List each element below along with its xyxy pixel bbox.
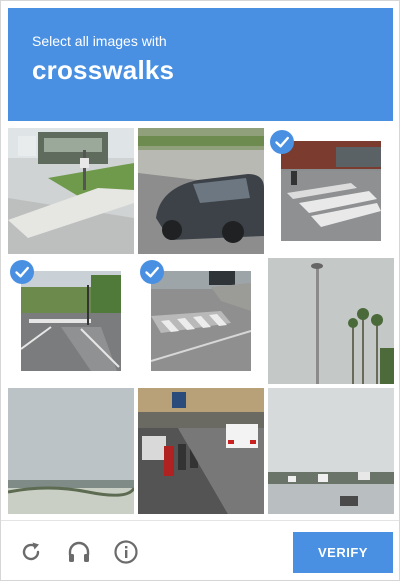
- audio-headphones-icon[interactable]: [66, 539, 92, 565]
- image-tile-9[interactable]: [268, 388, 394, 514]
- image-tile-5[interactable]: [138, 258, 264, 384]
- image-tile-6[interactable]: [268, 258, 394, 384]
- tile-image: [268, 258, 394, 384]
- target-object-text: crosswalks: [32, 55, 175, 85]
- image-tile-1[interactable]: [8, 128, 134, 254]
- tile-image: [21, 271, 121, 371]
- verify-button[interactable]: VERIFY: [293, 532, 393, 573]
- reload-icon[interactable]: [18, 539, 44, 565]
- instruction-header: Select all images with crosswalks: [8, 8, 393, 121]
- tile-image: [8, 388, 134, 514]
- selected-check-icon: [10, 260, 34, 284]
- footer-divider: [1, 520, 399, 521]
- tile-image: [8, 128, 134, 254]
- image-tile-8[interactable]: [138, 388, 264, 514]
- tile-image: [268, 388, 394, 514]
- tile-image: [138, 128, 264, 254]
- tile-image: [151, 271, 251, 371]
- info-icon[interactable]: [113, 539, 139, 565]
- selected-check-icon: [140, 260, 164, 284]
- tile-image: [138, 388, 264, 514]
- tile-image: [281, 141, 381, 241]
- image-tile-4[interactable]: [8, 258, 134, 384]
- instruction-text: Select all images with: [32, 33, 167, 49]
- image-tile-2[interactable]: [138, 128, 264, 254]
- image-tile-3[interactable]: [268, 128, 394, 254]
- captcha-challenge: Select all images with crosswalks VERIFY: [0, 0, 400, 581]
- image-tile-7[interactable]: [8, 388, 134, 514]
- selected-check-icon: [270, 130, 294, 154]
